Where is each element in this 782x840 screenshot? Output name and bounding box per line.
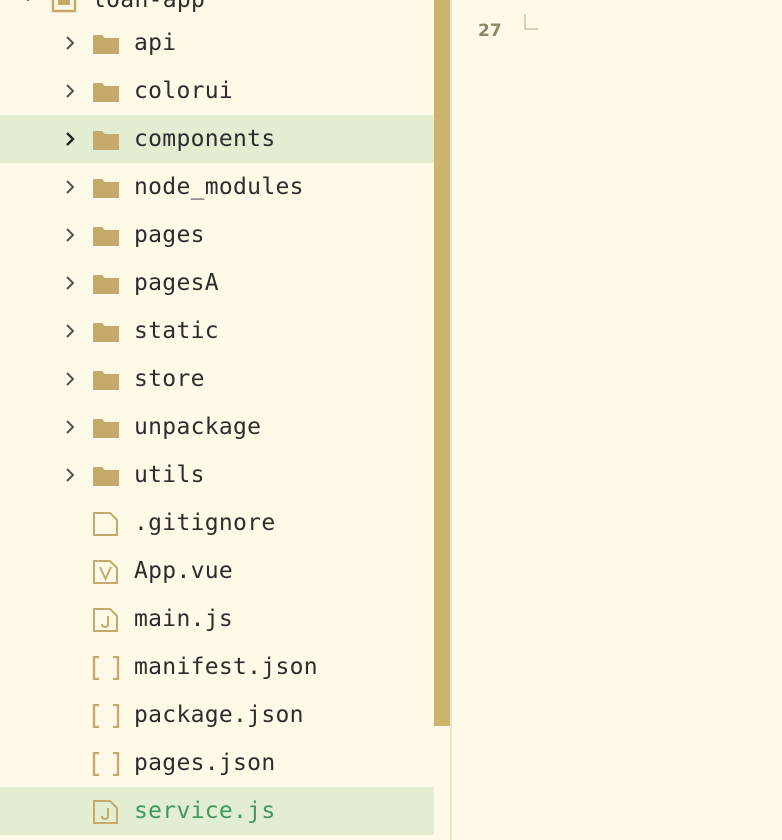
tree-item-label: App.vue xyxy=(134,558,234,584)
tree-item-pagesa[interactable]: pagesA xyxy=(0,259,434,307)
tree-item-pages[interactable]: pages xyxy=(0,211,434,259)
json-file-icon xyxy=(92,656,120,680)
tree-item-api[interactable]: api xyxy=(0,19,434,67)
folder-icon xyxy=(93,275,119,294)
tree-item-static[interactable]: static xyxy=(0,307,434,355)
project-folder-icon xyxy=(51,0,77,13)
tree-item-label: store xyxy=(134,366,205,392)
chevron-right-icon[interactable] xyxy=(62,227,78,243)
folder-icon xyxy=(93,227,119,246)
tree-item-label: pages.json xyxy=(134,750,276,776)
folder-icon xyxy=(93,179,119,198)
tree-item-label: main.js xyxy=(134,606,234,632)
tree-item-label: .gitignore xyxy=(134,510,276,536)
tree-item-label: pages xyxy=(134,222,205,248)
chevron-right-icon[interactable] xyxy=(62,371,78,387)
tree-item-label: pagesA xyxy=(134,270,219,296)
tree-item-label: static xyxy=(134,318,219,344)
explorer-scrollbar-thumb[interactable] xyxy=(434,0,450,726)
folder-icon xyxy=(93,35,119,54)
tree-item-manifest-json[interactable]: manifest.json xyxy=(0,643,434,691)
tree-item-store[interactable]: store xyxy=(0,355,434,403)
folder-icon xyxy=(93,83,119,102)
tree-item-unpackage[interactable]: unpackage xyxy=(0,403,434,451)
chevron-right-icon[interactable] xyxy=(62,467,78,483)
tree-item-gitignore[interactable]: .gitignore xyxy=(0,499,434,547)
file-explorer: loan-app api colorui components node_mod… xyxy=(0,0,434,840)
chevron-right-icon[interactable] xyxy=(62,275,78,291)
folder-icon xyxy=(93,371,119,390)
tree-item-service-js[interactable]: service.js xyxy=(0,787,434,835)
folder-icon xyxy=(93,419,119,438)
chevron-right-icon[interactable] xyxy=(62,419,78,435)
tree-item-label: service.js xyxy=(134,798,276,824)
line-number: 27 xyxy=(478,21,502,41)
tree-item-colorui[interactable]: colorui xyxy=(0,67,434,115)
chevron-right-icon[interactable] xyxy=(62,131,78,147)
folder-icon xyxy=(93,323,119,342)
js-file-icon xyxy=(93,800,118,824)
blank-file-icon xyxy=(93,512,118,536)
tree-item-label: api xyxy=(134,30,177,56)
chevron-right-icon[interactable] xyxy=(62,35,78,51)
fold-end-marker-icon xyxy=(524,14,538,30)
tree-item-label: components xyxy=(134,126,276,152)
tree-item-label: utils xyxy=(134,462,205,488)
code-editor[interactable]: 27 xyxy=(452,0,782,840)
json-file-icon xyxy=(92,704,120,728)
tree-item-main-js[interactable]: main.js xyxy=(0,595,434,643)
tree-item-label: node_modules xyxy=(134,174,304,200)
tree-item-app-vue[interactable]: App.vue xyxy=(0,547,434,595)
tree-item-label: unpackage xyxy=(134,414,262,440)
js-file-icon xyxy=(93,608,118,632)
vue-file-icon xyxy=(93,560,118,584)
chevron-down-icon[interactable] xyxy=(20,0,36,6)
tree-item-pages-json[interactable]: pages.json xyxy=(0,739,434,787)
folder-icon xyxy=(93,467,119,486)
tree-item-node-modules[interactable]: node_modules xyxy=(0,163,434,211)
chevron-right-icon[interactable] xyxy=(62,179,78,195)
tree-item-label: manifest.json xyxy=(134,654,318,680)
chevron-right-icon[interactable] xyxy=(62,323,78,339)
tree-item-utils[interactable]: utils xyxy=(0,451,434,499)
folder-icon xyxy=(93,131,119,150)
json-file-icon xyxy=(92,752,120,776)
tree-item-package-json[interactable]: package.json xyxy=(0,691,434,739)
tree-item-components[interactable]: components xyxy=(0,115,434,163)
tree-item-label: colorui xyxy=(134,78,234,104)
tree-item-label: package.json xyxy=(134,702,304,728)
chevron-right-icon[interactable] xyxy=(62,83,78,99)
